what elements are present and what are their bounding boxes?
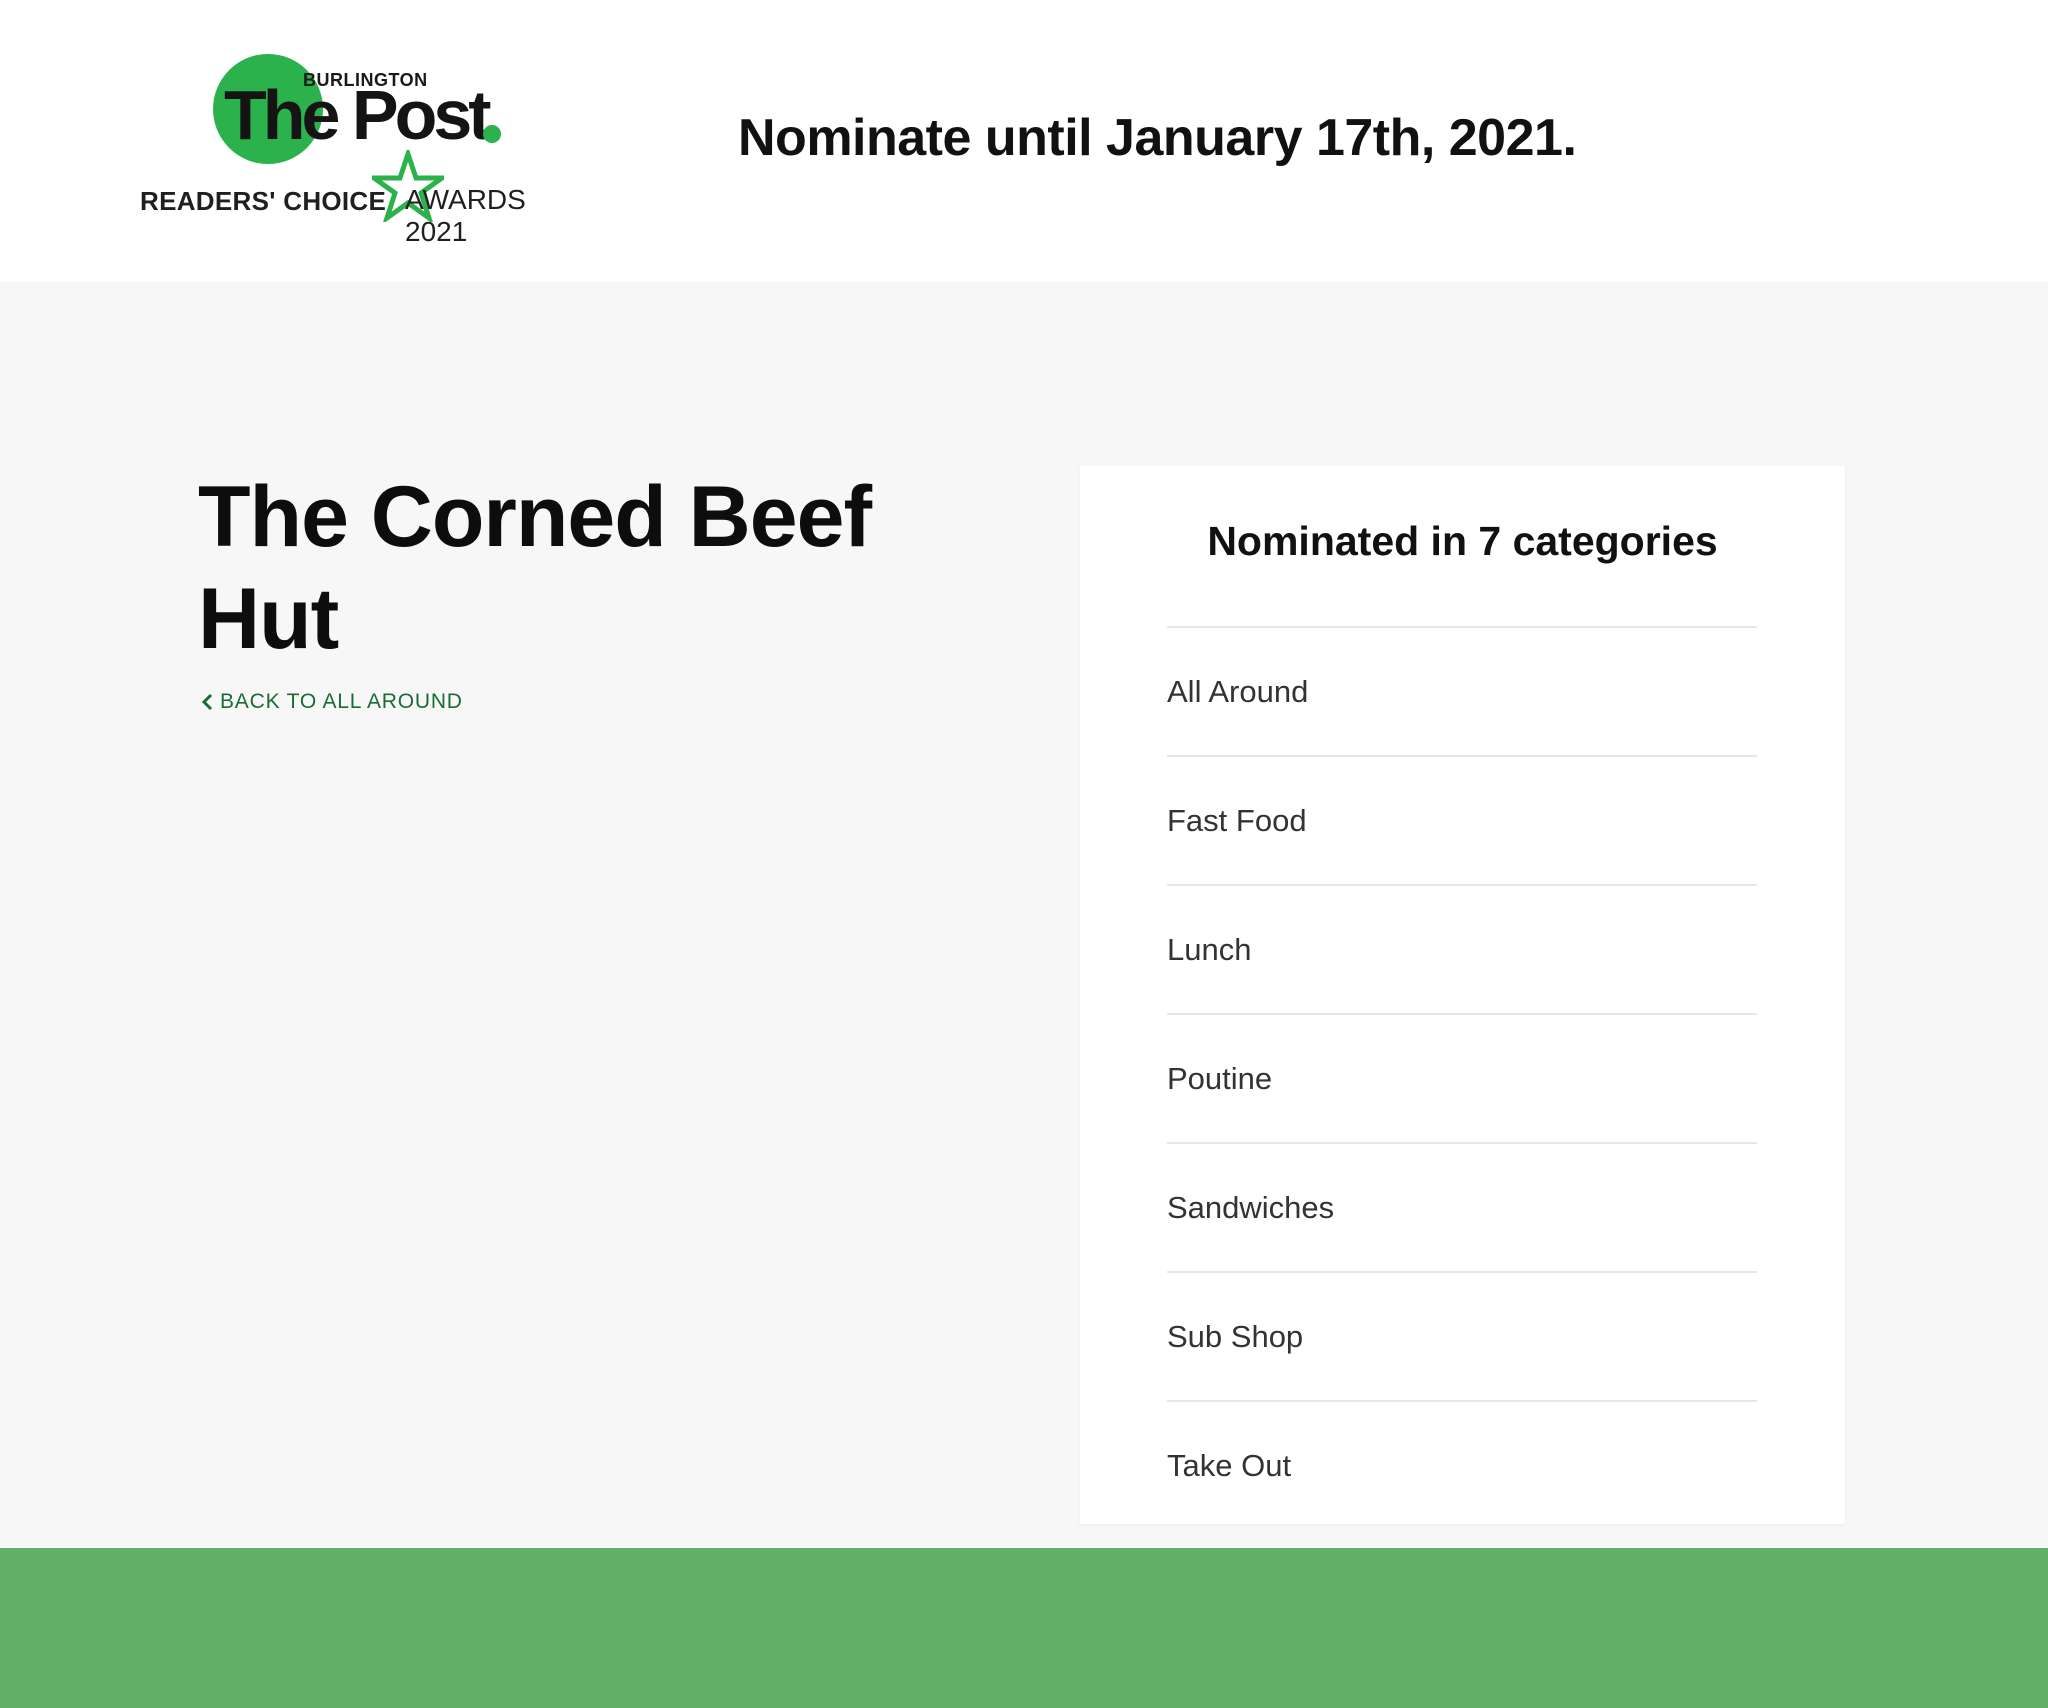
category-label: All Around [1167,673,1309,709]
category-item-all-around[interactable]: All Around [1167,626,1757,755]
logo-readers-choice-text: READERS' CHOICE [140,186,387,216]
logo-the-post-text: The Post [224,76,492,154]
category-label: Lunch [1167,931,1252,967]
chevron-left-icon [201,693,213,711]
category-item-sandwiches[interactable]: Sandwiches [1167,1142,1757,1271]
nominations-card: Nominated in 7 categories All Around Fas… [1080,466,1845,1524]
category-label: Take Out [1167,1447,1292,1483]
category-item-poutine[interactable]: Poutine [1167,1013,1757,1142]
category-label: Fast Food [1167,802,1307,838]
category-item-fast-food[interactable]: Fast Food [1167,755,1757,884]
site-header: BURLINGTON The Post READERS' CHOICE AWAR… [0,0,2048,282]
nomination-deadline: Nominate until January 17th, 2021. [738,109,1577,167]
logo-dot [483,125,501,143]
category-list: All Around Fast Food Lunch Poutine Sandw… [1167,626,1757,1529]
logo-awards-text: AWARDS 2021 [405,184,526,247]
category-label: Poutine [1167,1060,1273,1096]
back-link-label: BACK TO ALL AROUND [220,690,463,713]
category-item-sub-shop[interactable]: Sub Shop [1167,1271,1757,1400]
readers-choice-logo[interactable]: BURLINGTON The Post READERS' CHOICE AWAR… [140,50,590,247]
nominations-title: Nominated in 7 categories [1207,518,1718,564]
category-item-take-out[interactable]: Take Out [1167,1400,1757,1529]
category-label: Sandwiches [1167,1189,1335,1225]
category-label: Sub Shop [1167,1318,1304,1354]
category-item-lunch[interactable]: Lunch [1167,884,1757,1013]
site-footer [0,1548,2048,1708]
business-name: The Corned Beef Hut [198,469,872,667]
back-to-category-link[interactable]: BACK TO ALL AROUND [200,690,463,714]
